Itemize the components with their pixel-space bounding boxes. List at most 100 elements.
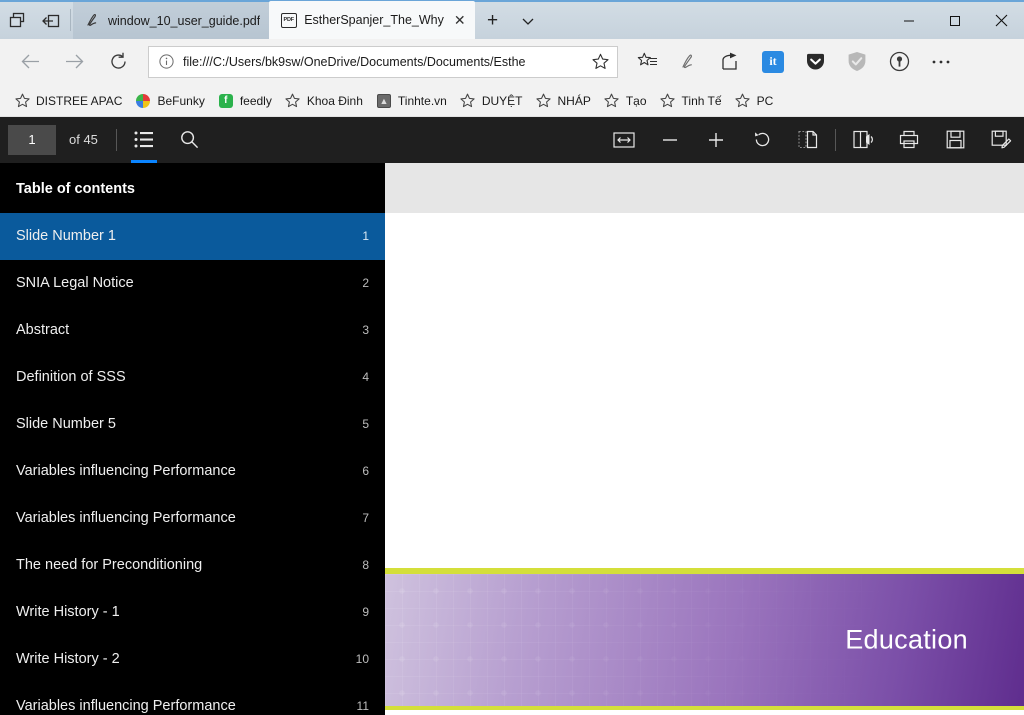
web-notes-button[interactable] xyxy=(668,44,710,80)
read-aloud-button[interactable] xyxy=(840,117,886,163)
befunky-favicon xyxy=(135,93,151,109)
close-icon[interactable]: ✕ xyxy=(454,13,466,27)
toolbar-divider xyxy=(115,129,117,151)
extension-it-button[interactable]: it xyxy=(752,44,794,80)
toc-item-label: Variables influencing Performance xyxy=(16,698,236,715)
maximize-button[interactable] xyxy=(932,2,978,39)
rotate-button[interactable] xyxy=(739,117,785,163)
windows-stack-icon xyxy=(9,12,24,28)
table-of-contents-button[interactable] xyxy=(121,117,167,163)
shield-check-icon xyxy=(848,52,866,71)
toc-item[interactable]: Slide Number 1 1 xyxy=(0,212,385,260)
toc-item-label: Slide Number 5 xyxy=(16,416,116,433)
share-button[interactable] xyxy=(710,44,752,80)
toc-item-label: Variables influencing Performance xyxy=(16,510,236,527)
pocket-extension-button[interactable] xyxy=(794,44,836,80)
bookmark-item[interactable]: NHÁP xyxy=(532,93,600,109)
navigation-bar: file:///C:/Users/bk9sw/OneDrive/Document… xyxy=(0,39,1024,85)
page-accent-rule-bottom xyxy=(385,706,1024,710)
minimize-button[interactable] xyxy=(886,2,932,39)
back-button[interactable] xyxy=(8,44,52,80)
adblock-extension-button[interactable] xyxy=(836,44,878,80)
tab-window-10-user-guide[interactable]: window_10_user_guide.pdf xyxy=(73,2,270,39)
pdf-icon: PDF xyxy=(280,12,297,29)
refresh-button[interactable] xyxy=(96,44,140,80)
toc-item[interactable]: Write History - 1 9 xyxy=(0,589,385,636)
star-icon xyxy=(14,93,30,109)
bookmark-item[interactable]: Tạo xyxy=(600,93,656,109)
toc-item-label: Variables influencing Performance xyxy=(16,463,236,480)
toc-item[interactable]: Variables influencing Performance 11 xyxy=(0,683,385,715)
password-manager-button[interactable] xyxy=(878,44,920,80)
bookmark-item[interactable]: Tinh Tế xyxy=(656,93,731,109)
bookmark-item[interactable]: DUYỆT xyxy=(456,93,532,109)
chevron-down-icon[interactable] xyxy=(511,2,545,39)
save-as-icon xyxy=(991,130,1011,149)
print-button[interactable] xyxy=(886,117,932,163)
toc-item[interactable]: Abstract 3 xyxy=(0,307,385,354)
bookmark-item[interactable]: PC xyxy=(731,93,783,109)
forward-button[interactable] xyxy=(52,44,96,80)
save-button[interactable] xyxy=(932,117,978,163)
set-aside-tabs-button[interactable] xyxy=(34,2,68,39)
close-window-button[interactable] xyxy=(978,2,1024,39)
toc-item[interactable]: SNIA Legal Notice 2 xyxy=(0,260,385,307)
toc-item-page: 7 xyxy=(362,511,369,526)
bookmark-item[interactable]: BeFunky xyxy=(131,93,213,109)
pdf-viewer: 1 of 45 Table of contents Slide Number 1… xyxy=(0,117,1024,715)
zoom-in-button[interactable] xyxy=(693,117,739,163)
fit-to-page-button[interactable] xyxy=(601,117,647,163)
toc-item[interactable]: Variables influencing Performance 6 xyxy=(0,448,385,495)
bookmark-label: Tinh Tế xyxy=(681,93,722,108)
favorites-hub-button[interactable] xyxy=(626,44,668,80)
bookmark-label: BeFunky xyxy=(157,93,205,108)
titlebar-divider xyxy=(70,9,71,31)
page-layout-icon xyxy=(798,131,818,149)
star-icon[interactable] xyxy=(583,53,617,70)
toc-item[interactable]: Write History - 2 10 xyxy=(0,636,385,683)
page-pane[interactable]: Education xyxy=(385,162,1024,715)
save-as-button[interactable] xyxy=(978,117,1024,163)
new-tab-button[interactable]: + xyxy=(475,2,511,39)
toc-item-page: 10 xyxy=(355,652,369,667)
tab-preview-button[interactable] xyxy=(0,2,34,39)
tab-title: window_10_user_guide.pdf xyxy=(108,13,261,28)
bookmark-item[interactable]: ▲ Tinhte.vn xyxy=(372,93,456,109)
tinhte-favicon: ▲ xyxy=(376,93,392,109)
bookmark-item[interactable]: DISTREE APAC xyxy=(10,93,131,109)
settings-more-button[interactable] xyxy=(920,44,962,80)
find-button[interactable] xyxy=(167,117,213,163)
bookmark-item[interactable]: f feedly xyxy=(214,93,281,109)
address-text[interactable]: file:///C:/Users/bk9sw/OneDrive/Document… xyxy=(183,55,583,69)
toc-item-page: 8 xyxy=(362,558,369,573)
address-bar[interactable]: file:///C:/Users/bk9sw/OneDrive/Document… xyxy=(148,45,618,78)
toc-item-page: 6 xyxy=(362,464,369,479)
bookmark-item[interactable]: Khoa Đinh xyxy=(281,93,372,109)
pdf-page-1: Education xyxy=(385,212,1024,715)
toc-title: Table of contents xyxy=(16,180,135,197)
share-icon xyxy=(722,52,737,70)
toc-item[interactable]: Slide Number 5 5 xyxy=(0,401,385,448)
toc-item-page: 9 xyxy=(362,605,369,620)
star-icon xyxy=(604,93,620,109)
title-bar: window_10_user_guide.pdf PDF EstherSpanj… xyxy=(0,0,1024,39)
page-layout-button[interactable] xyxy=(785,117,831,163)
zoom-out-button[interactable] xyxy=(647,117,693,163)
toc-item-label: The need for Preconditioning xyxy=(16,557,203,574)
star-icon xyxy=(536,93,552,109)
table-of-contents-panel: Table of contents Slide Number 1 1 SNIA Le… xyxy=(0,162,385,715)
toc-item-page: 2 xyxy=(362,276,369,291)
bookmark-label: Khoa Đinh xyxy=(306,93,363,108)
pdf-toolbar: 1 of 45 xyxy=(0,117,1024,163)
toc-item[interactable]: The need for Preconditioning 8 xyxy=(0,542,385,589)
info-circle-icon[interactable] xyxy=(149,54,183,69)
toc-item[interactable]: Definition of SSS 4 xyxy=(0,354,385,401)
toc-item-page: 1 xyxy=(362,229,369,244)
tab-estherspanjer-the-why[interactable]: PDF EstherSpanjer_The_Why ✕ xyxy=(269,1,475,39)
search-icon xyxy=(181,131,199,149)
toc-item[interactable]: Variables influencing Performance 7 xyxy=(0,495,385,542)
toc-item-page: 5 xyxy=(362,417,369,432)
page-number-input[interactable]: 1 xyxy=(8,125,56,155)
plus-icon xyxy=(709,132,723,147)
toc-item-label: Write History - 2 xyxy=(16,651,120,668)
